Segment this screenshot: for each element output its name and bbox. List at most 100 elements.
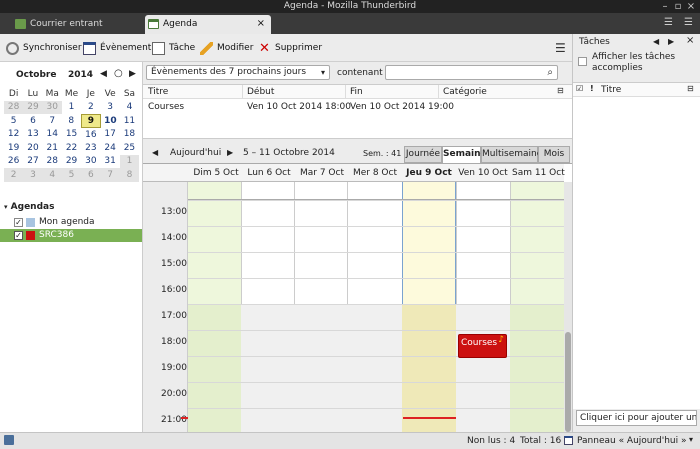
tab-menu-icon[interactable]: ☰: [664, 17, 676, 29]
minimonth-day[interactable]: 5: [4, 114, 23, 128]
week-scrollbar[interactable]: [564, 182, 572, 432]
minimonth-day[interactable]: 1: [119, 154, 140, 168]
today-button[interactable]: Aujourd'hui: [170, 148, 221, 158]
priority-column-icon[interactable]: !: [590, 84, 594, 93]
column-title[interactable]: Titre: [148, 87, 168, 97]
next-week-icon[interactable]: ▶: [227, 148, 233, 157]
tab-view-week[interactable]: Semaine: [442, 146, 487, 163]
calendar-event[interactable]: Courses ♪: [458, 334, 507, 358]
close-window-icon[interactable]: ×: [686, 0, 696, 13]
column-start[interactable]: Début: [247, 87, 274, 97]
sync-button[interactable]: Synchroniser: [6, 41, 82, 56]
minimonth-day[interactable]: 30: [42, 100, 62, 114]
week-scrollbar-thumb[interactable]: [565, 332, 571, 432]
task-column-title[interactable]: Titre: [601, 85, 621, 95]
prev-week-icon[interactable]: ◀: [152, 148, 158, 157]
minimonth-day[interactable]: 4: [120, 101, 139, 115]
minimonth-day[interactable]: 27: [23, 155, 42, 169]
minimonth-day[interactable]: 8: [119, 168, 140, 182]
minimonth-day[interactable]: 12: [4, 128, 23, 142]
minimonth-day[interactable]: 17: [100, 128, 119, 142]
task-column-picker-icon[interactable]: ⊟: [687, 84, 694, 93]
minimonth-day[interactable]: 29: [62, 155, 81, 169]
today-circle-icon[interactable]: ○: [114, 68, 123, 79]
minimonth-day[interactable]: 4: [42, 168, 62, 182]
delete-button[interactable]: ✕ Supprimer: [258, 41, 322, 56]
minimonth-day[interactable]: 7: [100, 168, 120, 182]
day-header-sun[interactable]: Dim 5 Oct: [193, 168, 239, 178]
day-header-fri[interactable]: Ven 10 Oct: [458, 168, 508, 178]
next-pane-icon[interactable]: ▶: [668, 37, 674, 46]
app-menu-icon[interactable]: ☰: [684, 17, 696, 29]
minimonth-day[interactable]: 31: [100, 155, 119, 169]
minimonth-day[interactable]: 18: [120, 128, 139, 142]
minimonth-day[interactable]: 23: [81, 141, 100, 155]
minimonth-day[interactable]: 30: [81, 155, 100, 169]
search-icon[interactable]: ⌕: [547, 66, 553, 79]
table-row[interactable]: Courses Ven 10 Oct 2014 18:00 Ven 10 Oct…: [143, 101, 572, 114]
edit-button[interactable]: Modifier: [200, 41, 253, 56]
minimize-icon[interactable]: –: [660, 0, 670, 13]
minimonth-day[interactable]: 16: [81, 128, 100, 142]
minimonth-day[interactable]: 5: [61, 168, 82, 182]
activity-icon[interactable]: [4, 435, 14, 445]
column-category[interactable]: Catégorie: [443, 87, 487, 97]
event-filter-select[interactable]: Évènements des 7 prochains jours ▾: [146, 65, 330, 80]
next-month-icon[interactable]: ▶: [129, 69, 136, 79]
tab-mail[interactable]: Courrier entrant: [12, 15, 140, 34]
maximize-icon[interactable]: ▫: [673, 0, 683, 13]
minimonth-day[interactable]: 6: [81, 168, 101, 182]
minimonth-day[interactable]: 20: [23, 141, 42, 155]
calendar-item-src386[interactable]: ✓ SRC386: [0, 229, 142, 242]
show-completed-checkbox[interactable]: [578, 57, 587, 66]
minimonth-day[interactable]: 29: [23, 100, 43, 114]
minimonth-day[interactable]: 24: [100, 141, 119, 155]
minimonth-day[interactable]: 13: [23, 128, 42, 142]
calendar-list-heading[interactable]: ▾ Agendas: [4, 202, 54, 212]
minimonth-day[interactable]: 28: [43, 155, 62, 169]
add-task-input[interactable]: Cliquer ici pour ajouter une n: [576, 410, 697, 426]
all-day-row[interactable]: [188, 182, 564, 200]
day-header-thu[interactable]: Jeu 9 Oct: [405, 168, 453, 178]
minimonth-day[interactable]: 15: [62, 128, 81, 142]
minimonth-year[interactable]: 2014: [68, 70, 93, 80]
tab-view-day[interactable]: Journée: [404, 146, 442, 163]
minimonth-day[interactable]: 7: [43, 114, 62, 128]
calendar-checkbox[interactable]: ✓: [14, 231, 23, 240]
close-pane-icon[interactable]: ×: [686, 35, 694, 46]
calendar-checkbox[interactable]: ✓: [14, 218, 23, 227]
minimonth-day-today[interactable]: 9: [80, 113, 101, 128]
minimonth-day[interactable]: 3: [23, 168, 43, 182]
minimonth-day[interactable]: 2: [81, 101, 100, 115]
minimonth-day[interactable]: 6: [23, 114, 42, 128]
new-event-button[interactable]: Évènement: [83, 41, 151, 56]
day-header-sat[interactable]: Sam 11 Oct: [512, 168, 565, 178]
tab-calendar[interactable]: Agenda ×: [145, 15, 271, 34]
toolbar-menu-icon[interactable]: ☰: [555, 41, 567, 55]
day-header-mon[interactable]: Lun 6 Oct: [246, 168, 292, 178]
minimonth-day[interactable]: 1: [62, 101, 81, 115]
column-picker-icon[interactable]: ⊟: [557, 86, 564, 95]
minimonth-day[interactable]: 11: [120, 114, 139, 128]
minimonth-month[interactable]: Octobre: [16, 70, 56, 80]
minimonth-day[interactable]: 3: [100, 101, 119, 115]
minimonth-day[interactable]: 26: [4, 155, 23, 169]
prev-month-icon[interactable]: ◀: [100, 69, 107, 79]
completed-column-icon[interactable]: ☑: [576, 84, 583, 93]
minimonth-day[interactable]: 22: [62, 141, 81, 155]
close-tab-icon[interactable]: ×: [257, 15, 265, 33]
minimonth-day[interactable]: 14: [43, 128, 62, 142]
column-end[interactable]: Fin: [350, 87, 363, 97]
minimonth-day[interactable]: 21: [43, 141, 62, 155]
minimonth-day[interactable]: 10: [100, 114, 119, 128]
day-header-tue[interactable]: Mar 7 Oct: [299, 168, 345, 178]
tab-view-month[interactable]: Mois: [538, 146, 570, 163]
today-pane-toggle[interactable]: Panneau « Aujourd'hui » ▾: [564, 433, 698, 449]
minimonth-day[interactable]: 28: [4, 100, 24, 114]
day-header-wed[interactable]: Mer 8 Oct: [351, 168, 399, 178]
calendar-item-mon-agenda[interactable]: ✓ Mon agenda: [0, 216, 142, 229]
new-task-button[interactable]: Tâche: [152, 41, 195, 56]
event-search-input[interactable]: ⌕: [385, 65, 558, 80]
show-completed-toggle[interactable]: Afficher les tâches accomplies: [573, 50, 700, 80]
minimonth-day[interactable]: 8: [62, 114, 81, 128]
